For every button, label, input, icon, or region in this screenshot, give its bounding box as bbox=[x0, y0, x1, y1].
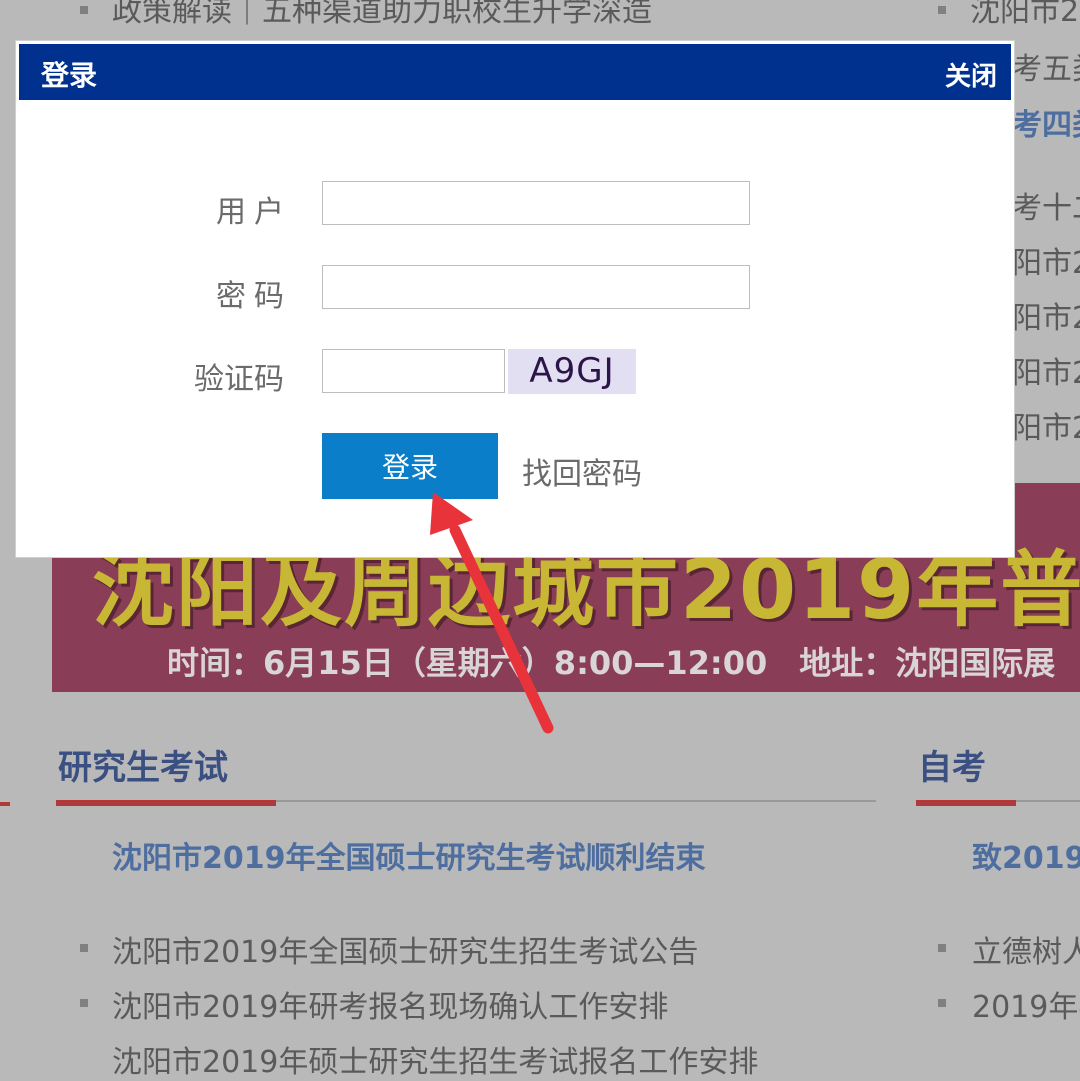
password-input[interactable] bbox=[322, 265, 750, 309]
bullet bbox=[80, 6, 88, 14]
list-item[interactable]: 沈阳市2019年硕士研究生招生考试报名工作安排 bbox=[112, 1037, 758, 1081]
section-accent bbox=[0, 802, 10, 806]
news-link[interactable]: 政策解读｜五种渠道助力职校生升学深造 bbox=[112, 0, 652, 30]
captcha-label: 验证码 bbox=[194, 362, 284, 397]
news-link[interactable]: 沈阳市2 bbox=[970, 0, 1079, 30]
news-fragment[interactable]: 阳市2 bbox=[1012, 293, 1080, 337]
captcha-input[interactable] bbox=[322, 349, 505, 393]
headline-link[interactable]: 致2019年 bbox=[972, 833, 1080, 877]
news-fragment[interactable]: 考十二 bbox=[1012, 183, 1080, 227]
bullet bbox=[80, 999, 88, 1007]
news-fragment[interactable]: 考五类 bbox=[1012, 44, 1080, 88]
login-dialog: 登录 关闭 用户 密码 验证码 A9GJ 登录 找回密码 bbox=[15, 40, 1015, 558]
bullet bbox=[80, 944, 88, 952]
news-fragment[interactable]: 阳市2 bbox=[1012, 403, 1080, 447]
password-label: 密码 bbox=[216, 279, 292, 314]
username-input[interactable] bbox=[322, 181, 750, 225]
close-button[interactable]: 关闭 bbox=[945, 56, 997, 93]
list-item[interactable]: 沈阳市2019年全国硕士研究生招生考试公告 bbox=[112, 927, 698, 971]
news-fragment[interactable]: 考四类 bbox=[1012, 100, 1080, 144]
list-item[interactable]: 沈阳市2019年研考报名现场确认工作安排 bbox=[112, 982, 668, 1026]
banner-subtitle: 时间：6月15日（星期六）8:00—12:00 地址：沈阳国际展 bbox=[167, 644, 1056, 682]
section-accent bbox=[56, 800, 276, 806]
news-fragment[interactable]: 阳市2 bbox=[1012, 348, 1080, 392]
dialog-header: 登录 关闭 bbox=[19, 44, 1011, 100]
news-fragment[interactable]: 阳市2 bbox=[1012, 238, 1080, 282]
login-button[interactable]: 登录 bbox=[322, 433, 498, 499]
headline-link[interactable]: 沈阳市2019年全国硕士研究生考试顺利结束 bbox=[112, 833, 706, 877]
dialog-title: 登录 bbox=[41, 59, 98, 92]
list-item[interactable]: 2019年4 bbox=[972, 982, 1080, 1026]
username-label: 用户 bbox=[216, 195, 292, 230]
section-accent bbox=[916, 800, 1016, 806]
bullet bbox=[938, 6, 946, 14]
bullet bbox=[938, 944, 946, 952]
forgot-password-link[interactable]: 找回密码 bbox=[522, 449, 642, 493]
section-title-graduate[interactable]: 研究生考试 bbox=[58, 740, 228, 789]
captcha-image[interactable]: A9GJ bbox=[508, 349, 636, 394]
bullet bbox=[938, 999, 946, 1007]
list-item[interactable]: 立德树人 bbox=[972, 927, 1080, 971]
section-title-self-study[interactable]: 自考 bbox=[918, 740, 986, 789]
